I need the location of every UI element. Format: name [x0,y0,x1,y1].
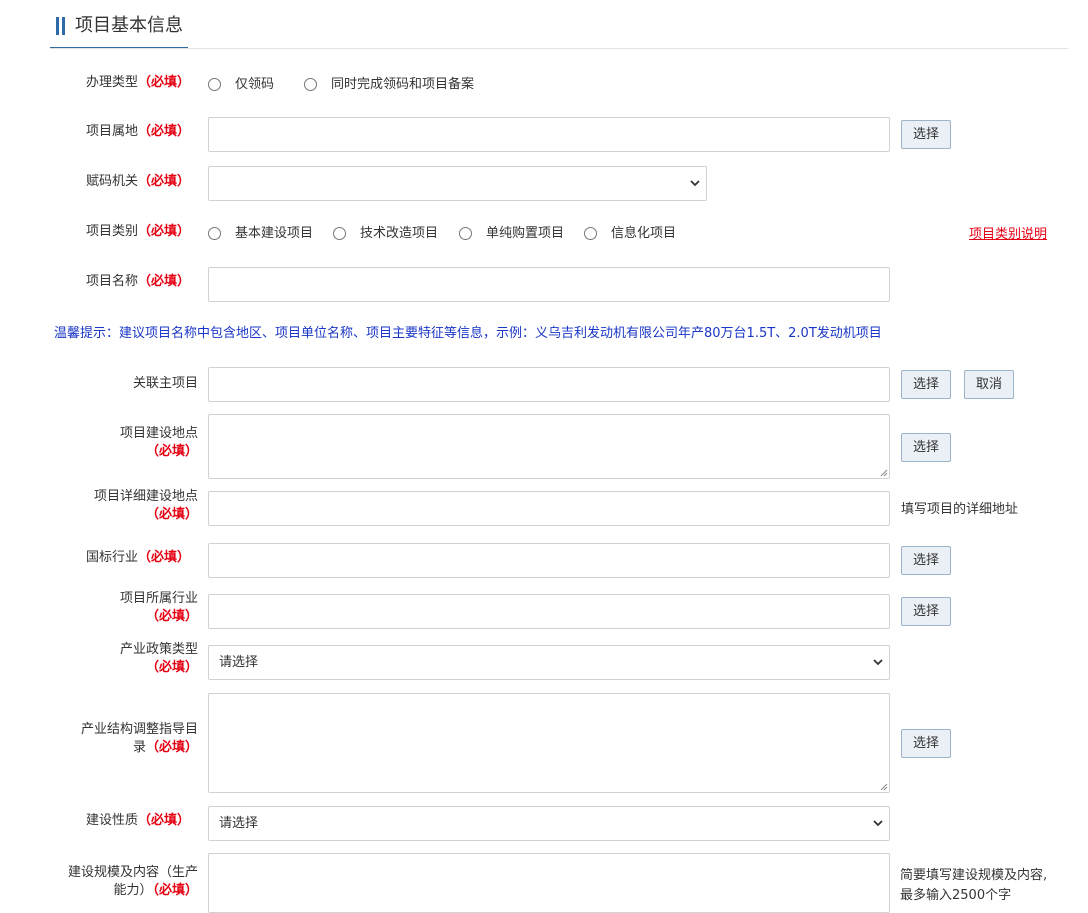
category-label: 项目类别（必填） [85,224,190,239]
name-tip: 温馨提示：建议项目名称中包含地区、项目单位名称、项目主要特征等信息，示例：义乌吉… [54,326,882,341]
radio-basic-construction-label[interactable]: 基本建设项目 [235,226,313,242]
main-project-input[interactable] [208,367,890,402]
radio-basic-construction[interactable] [208,227,221,240]
project-industry-select-button[interactable]: 选择 [901,597,951,626]
required-mark: （必填） [137,124,190,139]
scale-hint: 简要填写建设规模及内容,最多输入2500个字 [900,868,1048,903]
site-textarea[interactable] [208,414,890,479]
code-authority-select[interactable] [208,166,707,201]
required-mark: （必填） [137,75,190,90]
location-input[interactable] [208,117,890,152]
radio-tech-renovation-label[interactable]: 技术改造项目 [360,226,438,242]
radio-code-and-filing[interactable] [304,78,317,91]
section-title: 项目基本信息 [75,15,183,36]
radio-code-only-label[interactable]: 仅领码 [235,77,274,93]
site-select-button[interactable]: 选择 [901,433,951,462]
radio-tech-renovation[interactable] [333,227,346,240]
site-label: 项目建设地点 （必填） [60,425,198,461]
structure-catalog-textarea[interactable] [208,693,890,793]
resize-grip-icon[interactable] [880,783,888,791]
required-mark: （必填） [137,550,190,565]
required-mark: （必填） [145,660,198,675]
chevron-down-icon [690,180,700,187]
main-project-select-button[interactable]: 选择 [901,370,951,399]
section-bar-icon [56,17,59,35]
nature-label: 建设性质（必填） [85,813,190,828]
policy-type-label: 产业政策类型 （必填） [60,641,198,677]
location-label: 项目属地（必填） [85,124,190,139]
chevron-down-icon [873,820,883,827]
category-explanation-link[interactable]: 项目类别说明 [969,226,1047,244]
required-mark: （必填） [145,609,198,624]
site-detail-input[interactable] [208,491,890,526]
project-name-input[interactable] [208,267,890,302]
resize-grip-icon[interactable] [880,469,888,477]
required-mark: （必填） [145,444,198,459]
radio-code-only[interactable] [208,78,221,91]
site-detail-hint: 填写项目的详细地址 [901,502,1019,517]
required-mark: （必填） [137,813,190,828]
required-mark: （必填） [137,224,190,239]
code-authority-label: 赋码机关（必填） [85,174,190,189]
project-industry-label: 项目所属行业 （必填） [60,590,198,626]
section-header: 项目基本信息 [50,14,188,49]
radio-informatization-label[interactable]: 信息化项目 [611,226,676,242]
national-industry-input[interactable] [208,543,890,578]
site-detail-label: 项目详细建设地点 （必填） [60,488,198,524]
nature-select[interactable]: 请选择 [208,806,890,841]
structure-catalog-label: 产业结构调整指导目 录（必填） [80,722,198,755]
policy-type-select[interactable]: 请选择 [208,645,890,680]
project-name-label: 项目名称（必填） [85,274,190,289]
structure-catalog-select-button[interactable]: 选择 [901,729,951,758]
scale-label: 建设规模及内容（生产 能力）（必填） [67,865,198,898]
required-mark: （必填） [145,740,198,755]
radio-informatization[interactable] [584,227,597,240]
project-industry-input[interactable] [208,594,890,629]
radio-code-and-filing-label[interactable]: 同时完成领码和项目备案 [331,77,474,93]
main-project-label: 关联主项目 [132,376,198,391]
radio-purchase-only[interactable] [459,227,472,240]
section-bar-icon [62,17,65,35]
required-mark: （必填） [145,507,198,522]
handle-type-label: 办理类型（必填） [85,75,190,90]
scale-textarea[interactable] [208,853,890,913]
radio-purchase-only-label[interactable]: 单纯购置项目 [486,226,564,242]
location-select-button[interactable]: 选择 [901,120,951,149]
national-industry-select-button[interactable]: 选择 [901,546,951,575]
required-mark: （必填） [137,174,190,189]
chevron-down-icon [873,659,883,666]
header-divider [50,48,1068,49]
required-mark: （必填） [152,883,198,898]
required-mark: （必填） [137,274,190,289]
main-project-cancel-button[interactable]: 取消 [964,370,1014,399]
national-industry-label: 国标行业（必填） [85,550,190,565]
